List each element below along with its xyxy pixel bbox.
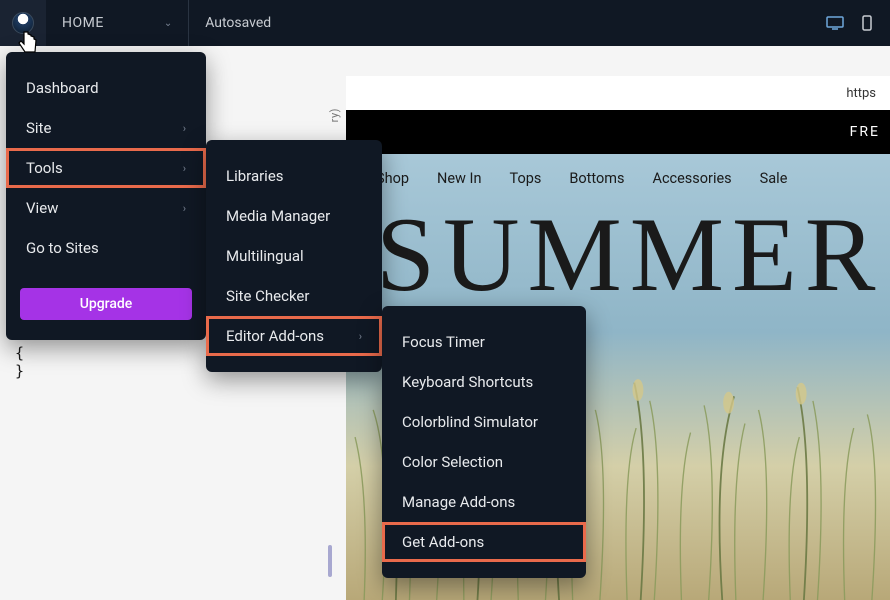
menu-item-label: Color Selection <box>402 453 503 471</box>
home-tab-label: HOME <box>62 15 104 31</box>
menu-item-label: Get Add-ons <box>402 533 484 551</box>
tools-menu-item-libraries[interactable]: Libraries <box>206 156 382 196</box>
menu-item-label: Site <box>26 119 51 137</box>
mobile-icon[interactable] <box>858 14 876 32</box>
addons-menu-item-focus-timer[interactable]: Focus Timer <box>382 322 586 362</box>
nav-bottoms[interactable]: Bottoms <box>569 170 624 187</box>
url-text: https <box>846 86 876 101</box>
addons-menu-item-get-add-ons[interactable]: Get Add-ons <box>382 522 586 562</box>
device-switcher <box>826 14 890 32</box>
promo-bar: FRE <box>346 110 890 154</box>
chevron-down-icon: ⌄ <box>164 18 172 29</box>
addons-menu-item-manage-add-ons[interactable]: Manage Add-ons <box>382 482 586 522</box>
addons-submenu: Focus Timer Keyboard Shortcuts Colorblind … <box>382 306 586 578</box>
promo-text: FRE <box>850 124 880 140</box>
chevron-right-icon: › <box>359 330 362 343</box>
main-menu-item-site[interactable]: Site › <box>6 108 206 148</box>
menu-item-label: Media Manager <box>226 207 330 225</box>
upgrade-button[interactable]: Upgrade <box>20 288 192 320</box>
code-braces-icon[interactable]: { } <box>15 352 35 372</box>
top-bar: HOME ⌄ Autosaved <box>0 0 890 46</box>
menu-item-label: Libraries <box>226 167 284 185</box>
menu-item-label: Colorblind Simulator <box>402 413 538 431</box>
logo-icon <box>12 12 34 34</box>
menu-item-label: Focus Timer <box>402 333 485 351</box>
menu-item-label: Keyboard Shortcuts <box>402 373 533 391</box>
menu-item-label: View <box>26 199 58 217</box>
chevron-right-icon: › <box>183 122 186 135</box>
menu-item-label: Site Checker <box>226 287 309 305</box>
tools-menu-item-multilingual[interactable]: Multilingual <box>206 236 382 276</box>
menu-item-label: Go to Sites <box>26 239 99 257</box>
app-logo-button[interactable] <box>0 0 46 46</box>
main-menu-item-tools[interactable]: Tools › <box>6 148 206 188</box>
menu-item-label: Manage Add-ons <box>402 493 515 511</box>
tools-menu-item-editor-add-ons[interactable]: Editor Add-ons › <box>206 316 382 356</box>
resize-handle[interactable] <box>328 545 332 577</box>
addons-menu-item-colorblind-simulator[interactable]: Colorblind Simulator <box>382 402 586 442</box>
desktop-icon[interactable] <box>826 14 844 32</box>
main-menu-item-view[interactable]: View › <box>6 188 206 228</box>
nav-newin[interactable]: New In <box>437 170 481 187</box>
tools-menu-item-site-checker[interactable]: Site Checker <box>206 276 382 316</box>
nav-accessories[interactable]: Accessories <box>652 170 731 187</box>
main-menu: Dashboard Site › Tools › View › Go to Sites Upg… <box>6 52 206 340</box>
addons-menu-item-color-selection[interactable]: Color Selection <box>382 442 586 482</box>
side-label: ry) <box>328 108 341 122</box>
url-bar: https <box>346 76 890 110</box>
hero-text: SUMMER <box>376 194 883 316</box>
menu-item-label: Tools <box>26 159 63 177</box>
main-menu-item-go-to-sites[interactable]: Go to Sites <box>6 228 206 268</box>
main-menu-item-dashboard[interactable]: Dashboard <box>6 68 206 108</box>
nav-tops[interactable]: Tops <box>510 170 542 187</box>
autosaved-status: Autosaved <box>189 15 287 31</box>
menu-item-label: Dashboard <box>26 79 99 97</box>
home-tab[interactable]: HOME ⌄ <box>46 0 189 46</box>
menu-item-label: Editor Add-ons <box>226 327 324 345</box>
tools-menu-item-media-manager[interactable]: Media Manager <box>206 196 382 236</box>
addons-menu-item-keyboard-shortcuts[interactable]: Keyboard Shortcuts <box>382 362 586 402</box>
nav-sale[interactable]: Sale <box>760 170 788 187</box>
tools-submenu: Libraries Media Manager Multilingual Site C… <box>206 140 382 372</box>
site-nav: Shop New In Tops Bottoms Accessories Sal… <box>376 170 787 187</box>
chevron-right-icon: › <box>183 162 186 175</box>
menu-item-label: Multilingual <box>226 247 304 265</box>
chevron-right-icon: › <box>183 202 186 215</box>
